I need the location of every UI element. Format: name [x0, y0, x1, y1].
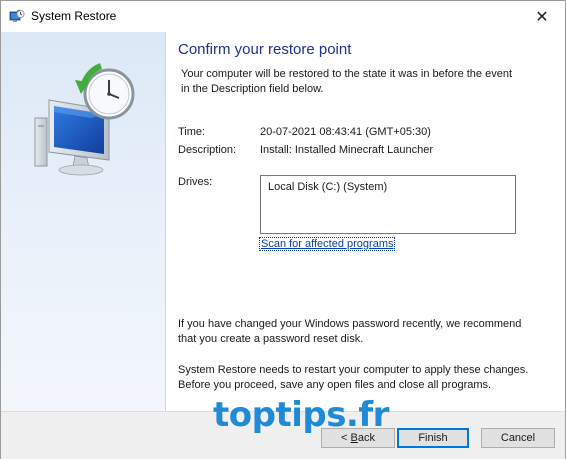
- drives-list[interactable]: Local Disk (C:) (System): [260, 175, 516, 234]
- wizard-sidebar: [1, 32, 166, 411]
- password-note: If you have changed your Windows passwor…: [178, 317, 548, 347]
- intro-line-2: in the Description field below.: [181, 83, 324, 95]
- description-value: Install: Installed Minecraft Launcher: [260, 144, 434, 156]
- password-note-line-2: that you create a password reset disk.: [178, 333, 364, 345]
- time-label: Time:: [178, 126, 206, 138]
- window-title: System Restore: [31, 9, 117, 23]
- system-restore-illustration: [34, 63, 135, 176]
- intro-line-1: Your computer will be restored to the st…: [181, 68, 512, 80]
- title-bar[interactable]: System Restore ✕: [1, 1, 565, 32]
- restart-note-line-1: System Restore needs to restart your com…: [178, 364, 529, 376]
- wizard-content: Confirm your restore point Your computer…: [166, 32, 565, 411]
- description-label: Description:: [178, 144, 237, 156]
- watermark-logo: toptips.fr: [213, 395, 389, 435]
- system-restore-window: System Restore ✕ Confirm your restore po…: [0, 0, 566, 459]
- close-icon: ✕: [535, 8, 549, 26]
- time-value: 20-07-2021 08:43:41 (GMT+05:30): [260, 126, 431, 138]
- drives-label: Drives:: [178, 176, 213, 188]
- intro-text: Your computer will be restored to the st…: [181, 67, 551, 97]
- restart-note-line-2: Before you proceed, save any open files …: [178, 379, 492, 391]
- list-item[interactable]: Local Disk (C:) (System): [268, 181, 387, 193]
- restart-note: System Restore needs to restart your com…: [178, 363, 548, 393]
- password-note-line-1: If you have changed your Windows passwor…: [178, 318, 522, 330]
- scan-affected-programs-link[interactable]: Scan for affected programs: [259, 237, 396, 251]
- finish-button[interactable]: Finish: [397, 428, 469, 448]
- cancel-button[interactable]: Cancel: [481, 428, 555, 448]
- page-title: Confirm your restore point: [178, 41, 352, 58]
- system-restore-icon: [9, 9, 25, 25]
- close-button[interactable]: ✕: [519, 1, 565, 32]
